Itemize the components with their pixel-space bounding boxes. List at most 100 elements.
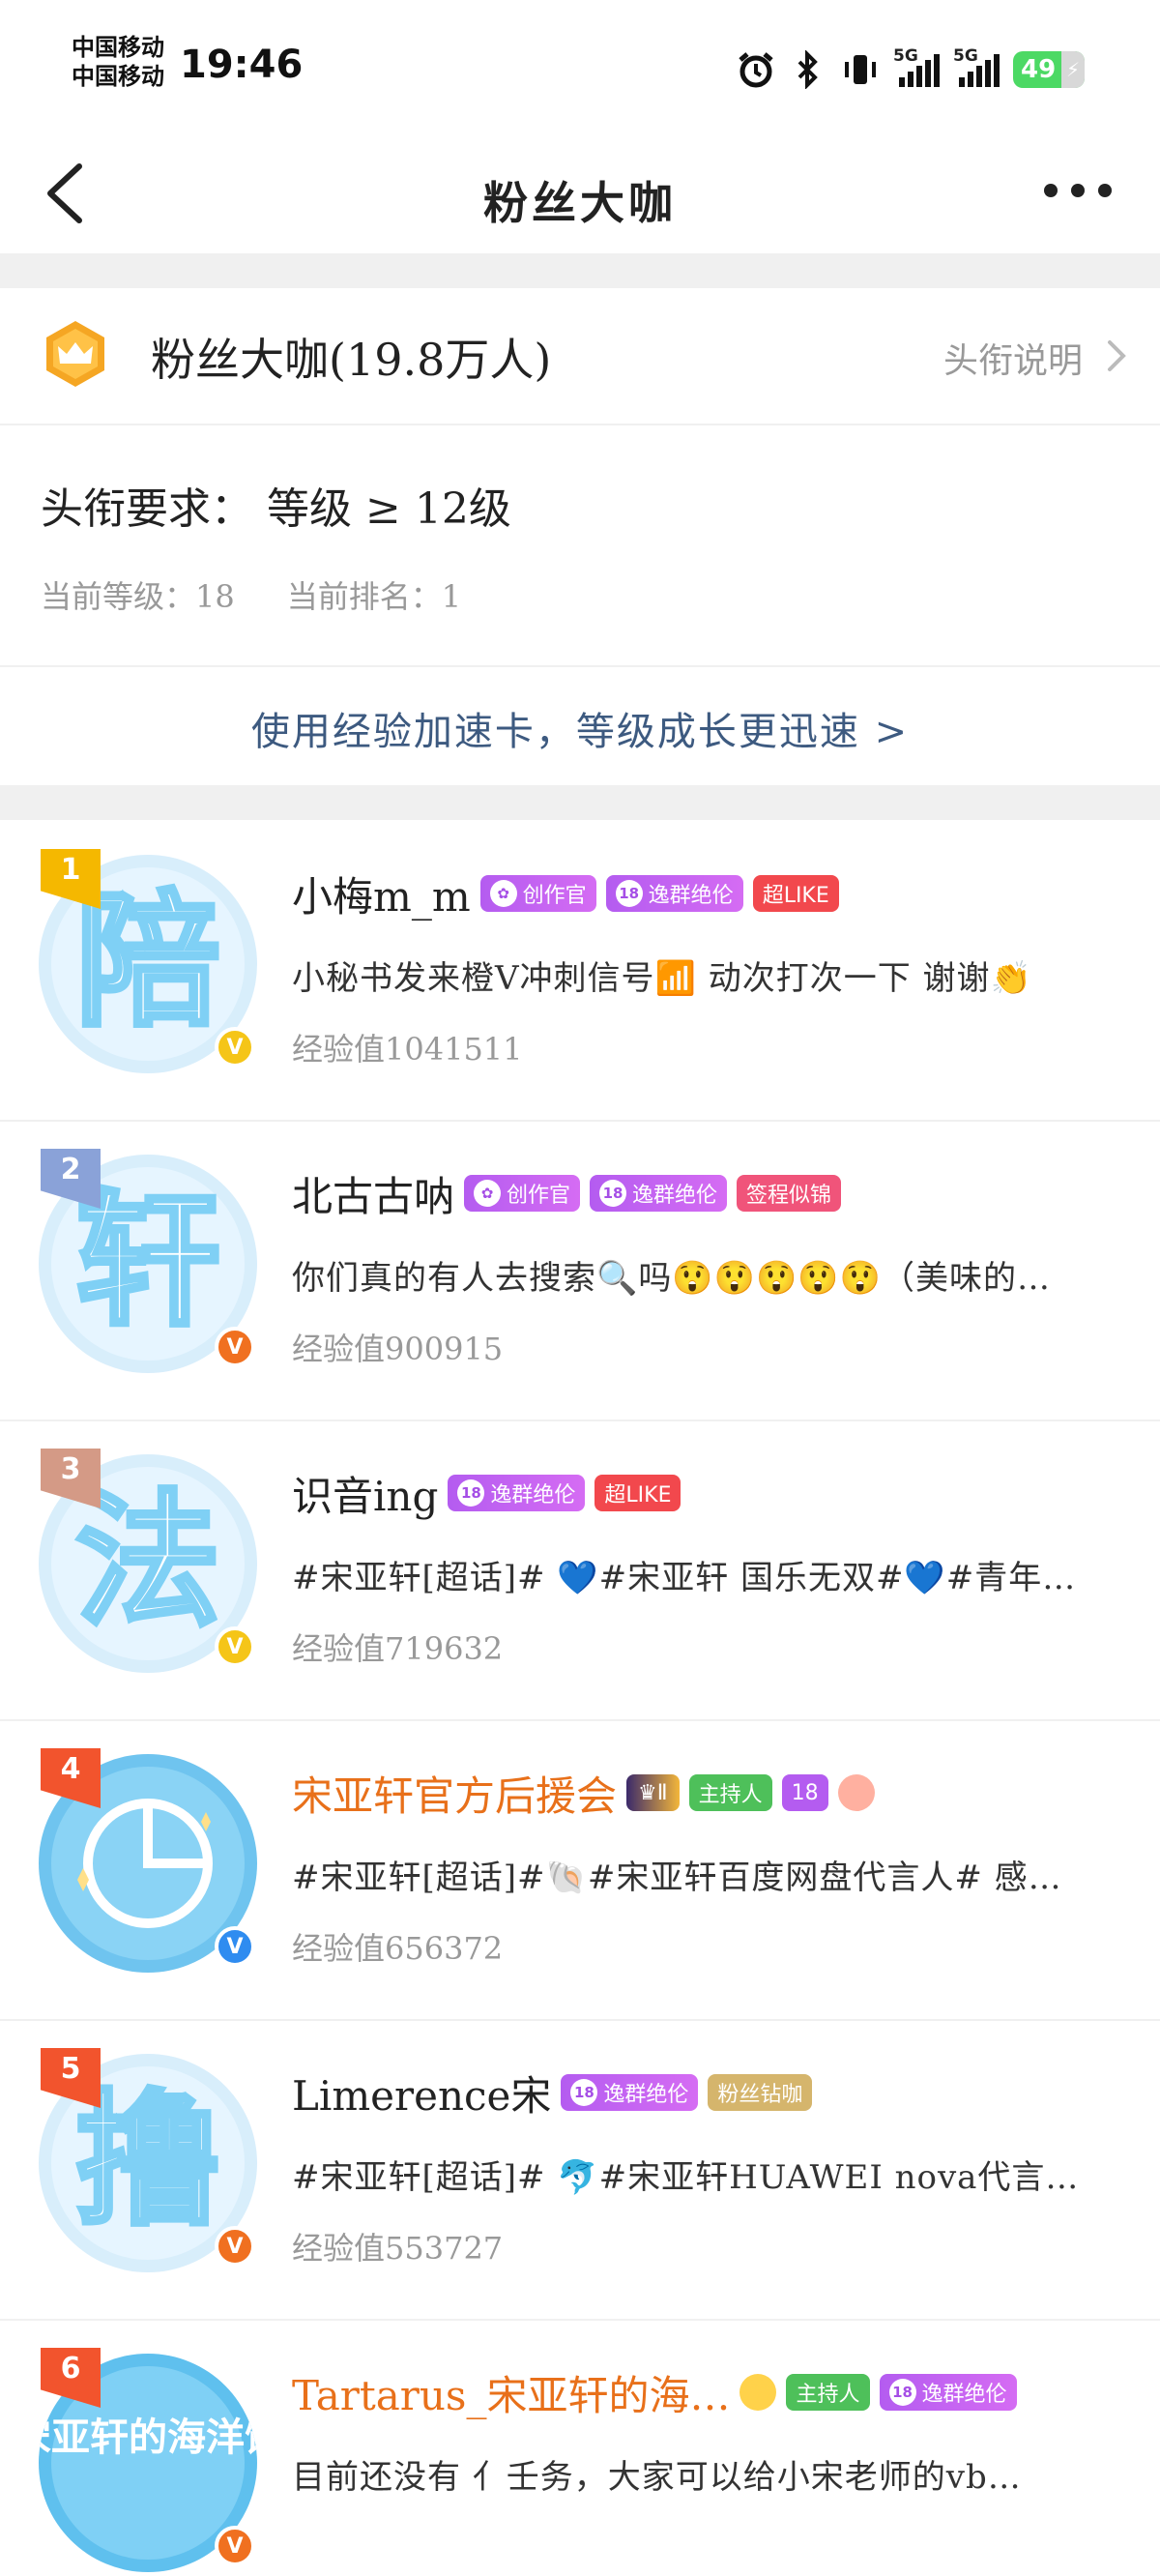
list-item[interactable]: 4 V 宋亚轩官方后援会 ♛ Ⅱ 主持人 18 #宋亚轩[超话]#🐚#宋亚轩百度…: [0, 1721, 1160, 2021]
fan-diamond-tag: 粉丝钻咖: [708, 2074, 813, 2111]
level-18-icon: 18: [599, 1180, 627, 1207]
avatar-text: 宋亚轩的海洋馆: [39, 2415, 257, 2460]
tag-label: 逸群绝伦: [490, 1483, 576, 1508]
list-item[interactable]: 轩 2 V 北古古呐 ✿ 创作官 18 逸群绝伦 签程似锦 你们真的有人去搜索🔍吗😲…: [0, 1122, 1160, 1421]
exp-value: 经验值1041511: [292, 1031, 523, 1068]
user-bio: #宋亚轩[超话]# 🐬#宋亚轩HUAWEI nova代言…: [292, 2158, 1080, 2197]
crown-badge-icon: [41, 319, 110, 389]
list-item[interactable]: 法 3 V 识音ing 18 逸群绝伦 超LIKE #宋亚轩[超话]# 💙#宋亚轩…: [0, 1421, 1160, 1721]
rank-badge: 3: [41, 1449, 101, 1508]
cartoon-avatar-icon: [837, 1774, 875, 1811]
boost-text: 使用经验加速卡，等级成长更迅速 >: [250, 710, 910, 754]
name-line: Tartarus_宋亚轩的海… 主持人 18 逸群绝伦: [292, 2363, 1017, 2421]
signal-5g-icon: 5G: [893, 46, 940, 87]
crown-rank-badge: ♛ Ⅱ: [626, 1774, 680, 1811]
creator-tag: ✿ 创作官: [479, 875, 596, 912]
chevron-right-icon[interactable]: [1104, 337, 1131, 375]
level-tag: 18 逸群绝伦: [879, 2374, 1017, 2411]
user-name[interactable]: 北古古呐: [292, 1164, 454, 1223]
name-line: 识音ing 18 逸群绝伦 超LIKE: [292, 1464, 682, 1523]
creator-tag: ✿ 创作官: [464, 1175, 581, 1212]
tag-label: 逸群绝伦: [648, 884, 734, 908]
rank-badge: 5: [41, 2048, 101, 2108]
rank-badge: 6: [41, 2348, 101, 2408]
level-tag: 18 逸群绝伦: [605, 875, 743, 912]
name-line: Limerence宋 18 逸群绝伦 粉丝钻咖: [292, 2064, 813, 2122]
name-line: 小梅m_m ✿ 创作官 18 逸群绝伦 超LIKE: [292, 864, 839, 922]
hands-icon: ✿: [474, 1180, 502, 1207]
section-divider: [0, 253, 1160, 288]
user-name[interactable]: 识音ing: [292, 1464, 438, 1523]
level-tag: 18 逸群绝伦: [590, 1175, 728, 1212]
tag-label: 创作官: [507, 1184, 571, 1208]
signal-2-label: 5G: [953, 46, 978, 66]
level-tag: 18 逸群绝伦: [448, 1475, 586, 1511]
user-name[interactable]: Limerence宋: [292, 2064, 551, 2122]
carrier-bottom: 中国移动: [72, 62, 164, 90]
verified-blue-icon: V: [215, 1926, 255, 1967]
crown-emoji-icon: [740, 2374, 777, 2411]
tag-label: 创作官: [522, 884, 587, 908]
super-like-tag: 超LIKE: [594, 1475, 682, 1511]
vibrate-icon: [841, 50, 880, 89]
user-name[interactable]: 小梅m_m: [292, 864, 471, 923]
current-stats: 当前等级：18 当前排名：1: [41, 572, 461, 617]
rank-badge: 4: [41, 1748, 101, 1808]
user-bio: 目前还没有 亻壬务，大家可以给小宋老师的vb…: [292, 2458, 1022, 2497]
carrier-info: 中国移动 中国移动: [72, 33, 164, 91]
verified-yellow-icon: V: [215, 1027, 255, 1068]
verified-orange-icon: V: [215, 2526, 255, 2566]
carrier-top: 中国移动: [72, 33, 164, 61]
title-requirement: 头衔要求： 等级 ≥ 12级: [41, 484, 511, 534]
page-title: 粉丝大咖: [483, 177, 677, 229]
battery-level: 49: [1021, 55, 1057, 84]
current-level: 当前等级：18: [41, 578, 235, 615]
tag-label: 逸群绝伦: [603, 2083, 689, 2107]
level-tag: 18 逸群绝伦: [561, 2074, 699, 2111]
section-divider: [0, 785, 1160, 820]
list-item[interactable]: 宋亚轩的海洋馆 6 V Tartarus_宋亚轩的海… 主持人 18逸群绝伦 目…: [0, 2321, 1160, 2576]
title-explain-link[interactable]: 头衔说明: [943, 333, 1083, 383]
level-18-icon: 18: [888, 2379, 916, 2406]
gem-level-icon: 18: [781, 1774, 828, 1811]
list-item[interactable]: 陪 1 V 小梅m_m ✿ 创作官 18 逸群绝伦 超LIKE 小秘书发来橙V冲刺信…: [0, 822, 1160, 1122]
exp-value: 经验值900915: [292, 1331, 504, 1367]
level-18-icon: 18: [570, 2079, 598, 2106]
list-item[interactable]: 撸 5 V Limerence宋 18 逸群绝伦 粉丝钻咖 #宋亚轩[超话]# 🐬…: [0, 2021, 1160, 2321]
user-bio: #宋亚轩[超话]#🐚#宋亚轩百度网盘代言人# 感…: [292, 1859, 1062, 1897]
super-like-tag: 超LIKE: [752, 875, 839, 912]
tag-label: 逸群绝伦: [921, 2383, 1007, 2407]
host-tag: 主持人: [786, 2374, 870, 2411]
exp-value: 经验值656372: [292, 1930, 504, 1967]
signal-5g-icon: 5G: [953, 46, 1000, 87]
host-tag: 主持人: [688, 1774, 772, 1811]
alarm-icon: [737, 50, 775, 89]
checkin-tag: 签程似锦: [737, 1175, 842, 1212]
status-icons: 5G 5G 49 ⚡: [737, 44, 1085, 95]
tag-label: Ⅱ: [656, 1780, 668, 1805]
tag-label: 逸群绝伦: [632, 1184, 718, 1208]
title-fan-count: 粉丝大咖(19.8万人): [151, 334, 552, 386]
verified-orange-icon: V: [215, 1327, 255, 1367]
level-18-icon: 18: [457, 1479, 485, 1507]
signal-1-label: 5G: [893, 46, 918, 66]
clock: 19:46: [180, 43, 304, 87]
battery-icon: 49 ⚡: [1013, 51, 1085, 88]
bluetooth-icon: [789, 50, 827, 89]
user-name[interactable]: 宋亚轩官方后援会: [292, 1764, 617, 1823]
charging-icon: ⚡: [1061, 51, 1085, 88]
boost-card-link[interactable]: 使用经验加速卡，等级成长更迅速 >: [0, 665, 1160, 785]
user-name[interactable]: Tartarus_宋亚轩的海…: [292, 2363, 730, 2422]
more-dots-icon: [1044, 184, 1058, 197]
level-18-icon: 18: [615, 880, 643, 907]
user-bio: 你们真的有人去搜索🔍吗😲😲😲😲😲（美味的…: [292, 1259, 1052, 1298]
exp-value: 经验值719632: [292, 1630, 504, 1667]
name-line: 北古古呐 ✿ 创作官 18 逸群绝伦 签程似锦: [292, 1164, 842, 1223]
more-button[interactable]: [1044, 184, 1112, 197]
hands-icon: ✿: [489, 880, 517, 907]
current-rank: 当前排名：1: [286, 578, 462, 615]
user-bio: #宋亚轩[超话]# 💙#宋亚轩 国乐无双#💙#青年…: [292, 1559, 1077, 1597]
name-line: 宋亚轩官方后援会 ♛ Ⅱ 主持人 18: [292, 1764, 875, 1822]
verified-yellow-icon: V: [215, 1626, 255, 1667]
nav-bar: 粉丝大咖: [0, 135, 1160, 251]
